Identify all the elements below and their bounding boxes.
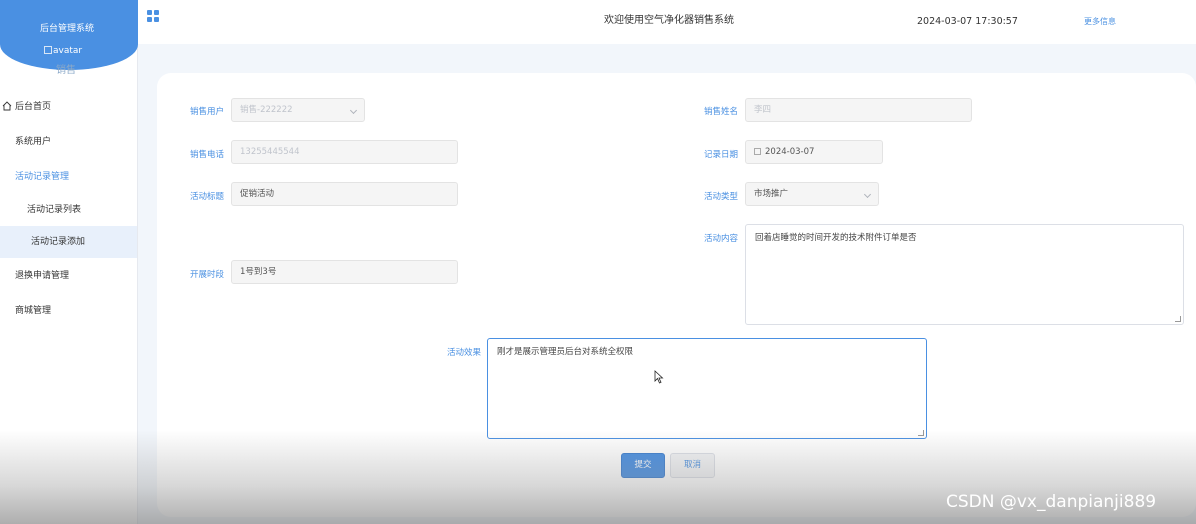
activity-effect-label: 活动效果 [446,348,481,358]
sales-user-value: 销售-222222 [240,105,293,115]
sidebar-item-label: 商城管理 [15,306,52,316]
sales-user-select[interactable]: 销售-222222 [231,98,365,122]
sales-name-field[interactable]: 李四 [745,98,972,122]
app-title: 后台管理系统 [39,24,94,34]
sidebar-item-returns[interactable]: 退换申请管理 [0,258,137,294]
sidebar-item-label: 系统用户 [15,137,52,147]
sales-phone-field[interactable]: 13255445544 [231,140,458,164]
current-datetime: 2024-03-07 17:30:57 [917,16,1018,27]
page-title: 欢迎使用空气净化器销售系统 [604,15,734,26]
user-role: 销售 [56,65,76,76]
submit-button[interactable]: 提交 [621,453,665,478]
home-icon [2,101,12,111]
activity-title-input[interactable]: 促销活动 [231,182,458,206]
sidebar-header: 后台管理系统 avatar [0,0,138,70]
record-date-label: 记录日期 [703,150,738,160]
sidebar-item-mall[interactable]: 商城管理 [0,294,137,328]
activity-effect-value: 刚才是展示管理员后台对系统全权限 [497,347,634,357]
sidebar-menu: 后台首页 系统用户 活动记录管理 活动记录列表 活动记录添加 退换申请管理 商城… [0,90,137,328]
broken-image-icon [44,46,52,54]
activity-content-textarea[interactable]: 回着店睡觉的时间开发的技术附件订单是否 [745,224,1184,325]
text-cursor-icon [654,370,664,384]
period-label: 开展时段 [189,270,224,280]
activity-type-value: 市场推广 [754,189,789,199]
sidebar-item-activity-records[interactable]: 活动记录管理 [0,160,137,194]
avatar-alt-text: avatar [53,46,83,56]
sidebar-item-activity-list[interactable]: 活动记录列表 [0,194,137,226]
activity-type-select[interactable]: 市场推广 [745,182,879,206]
watermark: CSDN @vx_danpianji889 [946,492,1157,512]
activity-content-label: 活动内容 [703,234,738,244]
sidebar-item-system-users[interactable]: 系统用户 [0,124,137,160]
calendar-icon [754,148,761,155]
sidebar-item-label: 退换申请管理 [15,271,70,281]
more-info-link[interactable]: 更多信息 [1084,16,1116,27]
sidebar-item-activity-add[interactable]: 活动记录添加 [0,226,137,258]
sidebar-item-home[interactable]: 后台首页 [0,90,137,124]
period-input[interactable]: 1号到3号 [231,260,458,284]
sidebar-item-label: 活动记录添加 [31,237,86,247]
sidebar: 后台管理系统 avatar 销售 后台首页 系统用户 活动记录管理 活动记录列表… [0,0,138,524]
activity-effect-textarea[interactable]: 刚才是展示管理员后台对系统全权限 [487,338,927,439]
record-date-value: 2024-03-07 [765,147,815,157]
chevron-down-icon [349,106,358,115]
sales-name-label: 销售姓名 [703,107,738,117]
activity-type-label: 活动类型 [703,192,738,202]
chevron-down-icon [863,190,872,199]
record-date-picker[interactable]: 2024-03-07 [745,140,883,164]
sidebar-item-label: 活动记录管理 [15,172,70,182]
avatar: avatar [44,46,104,60]
grid-menu-icon[interactable] [147,10,159,22]
sales-user-label: 销售用户 [189,107,224,117]
top-header: 欢迎使用空气净化器销售系统 2024-03-07 17:30:57 更多信息 [138,0,1196,44]
activity-title-label: 活动标题 [189,192,224,202]
sales-phone-label: 销售电话 [189,150,224,160]
resize-handle-icon[interactable] [1175,316,1181,322]
activity-content-value: 回着店睡觉的时间开发的技术附件订单是否 [755,233,917,243]
resize-handle-icon[interactable] [918,430,924,436]
cancel-button[interactable]: 取消 [670,453,715,478]
sidebar-item-label: 活动记录列表 [27,205,82,215]
sidebar-item-label: 后台首页 [15,102,52,112]
